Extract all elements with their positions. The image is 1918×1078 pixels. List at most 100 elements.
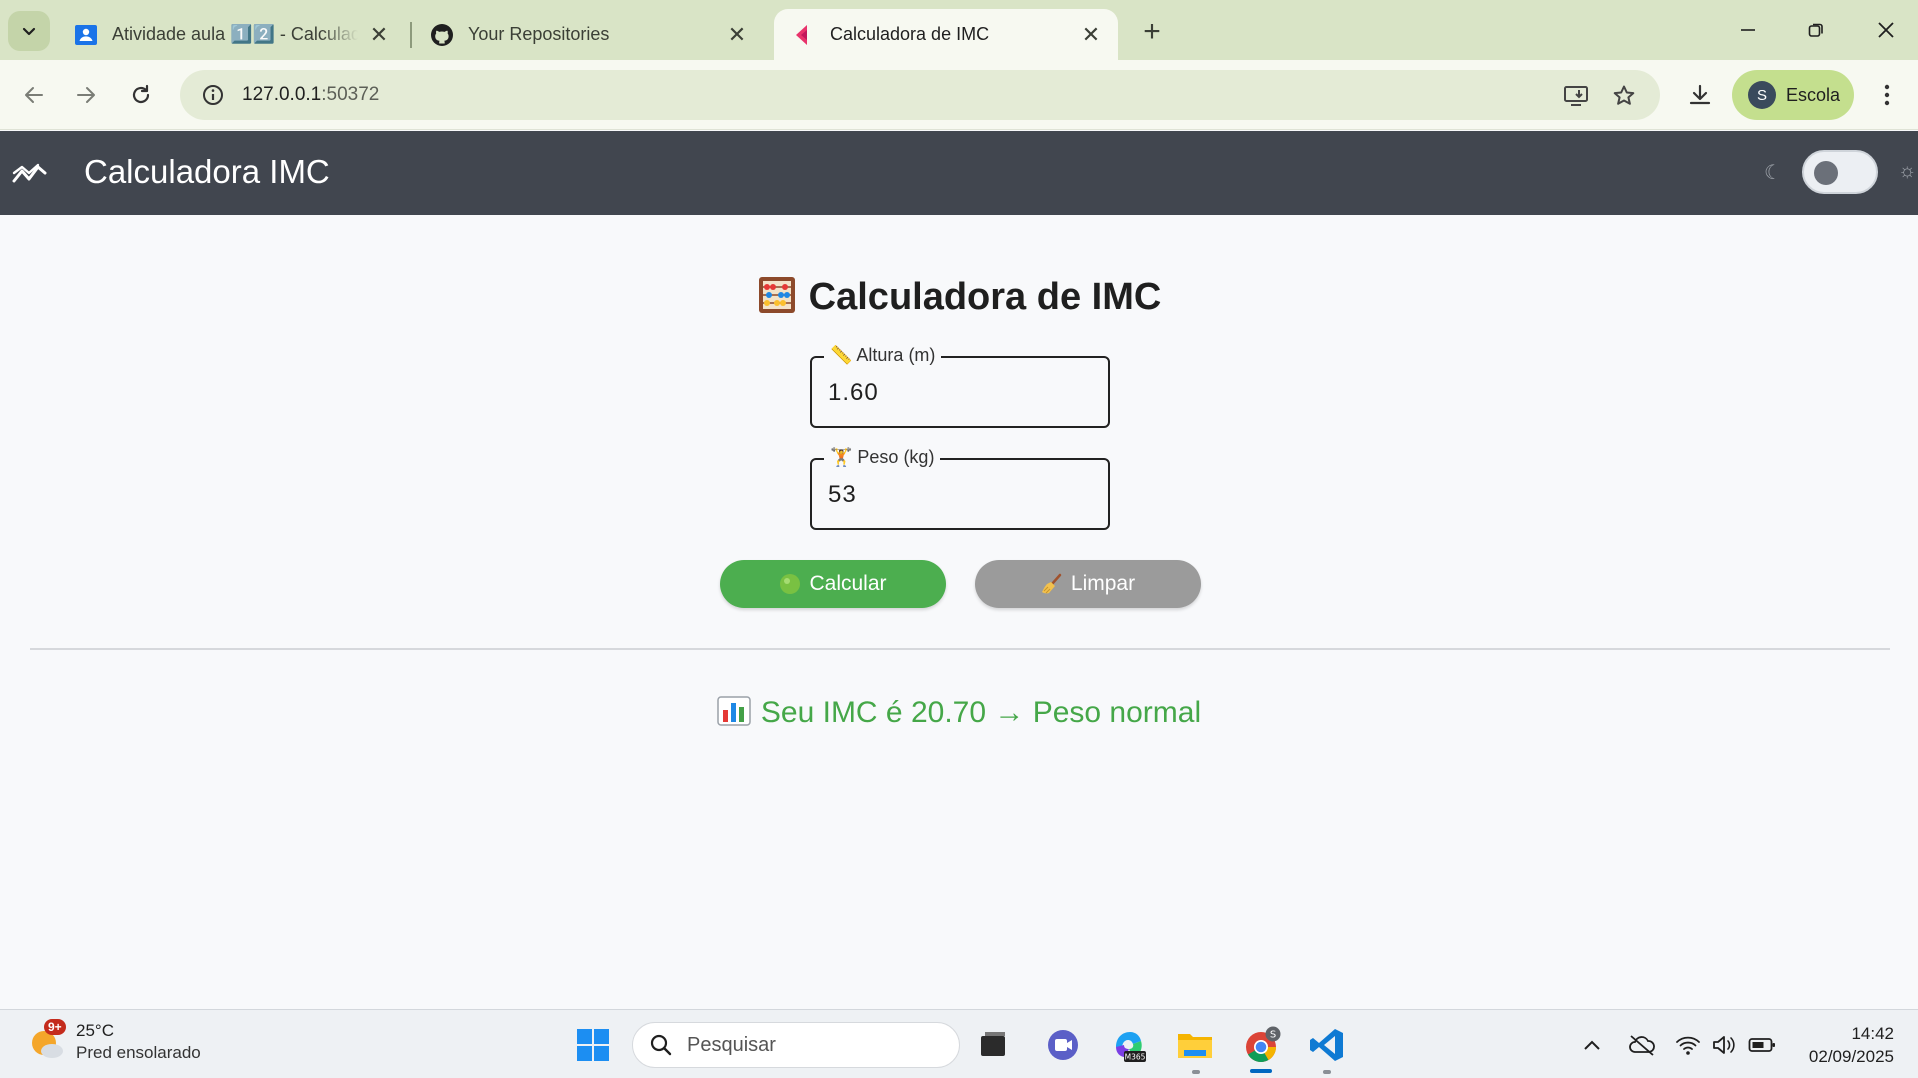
weather-sun-icon: 9+ (28, 1019, 66, 1061)
battery-button[interactable] (1748, 1032, 1776, 1058)
arrow-right-icon (77, 87, 95, 103)
taskbar-search[interactable]: Pesquisar (632, 1022, 960, 1068)
reload-button[interactable] (121, 75, 161, 115)
limpar-label: Limpar (1070, 572, 1136, 595)
altura-input[interactable] (828, 376, 1088, 410)
video-chat-icon (1048, 1030, 1078, 1060)
url-port: :50372 (321, 84, 380, 105)
toggle-knob (1814, 161, 1838, 185)
peso-input[interactable] (828, 478, 1088, 512)
wifi-icon (1676, 1036, 1700, 1055)
bookmark-star-icon[interactable] (1608, 80, 1640, 112)
minimize-button[interactable] (1718, 10, 1778, 50)
profile-name: Escola (1786, 84, 1841, 105)
classroom-icon (74, 23, 98, 47)
wifi-button[interactable] (1674, 1032, 1702, 1058)
app-bar: Calculadora IMC (0, 131, 1918, 215)
close-window-button[interactable] (1856, 10, 1916, 50)
broom-icon (1041, 573, 1062, 594)
search-placeholder: Pesquisar (687, 1033, 776, 1056)
chevron-down-icon (22, 27, 36, 36)
battery-icon (1748, 1038, 1775, 1052)
close-icon (1878, 22, 1894, 38)
tab-title: Atividade aula 1️⃣2️⃣ - Calculadora (112, 24, 358, 44)
tab-search-button[interactable] (8, 11, 50, 51)
tab-atividade[interactable]: Atividade aula 1️⃣2️⃣ - Calculadora ✕ (56, 9, 406, 60)
windows-logo-icon (577, 1029, 609, 1061)
restore-button[interactable] (1786, 10, 1846, 50)
address-bar[interactable]: 127.0.0.1:50372 (180, 70, 1660, 120)
vscode-button[interactable] (1306, 1024, 1348, 1066)
tab-title: Your Repositories (468, 24, 610, 44)
profile-button[interactable]: S Escola (1732, 70, 1854, 120)
peso-label: 🏋 Peso (kg) (824, 447, 941, 468)
weather-condition: Pred ensolarado (76, 1043, 201, 1062)
m365-icon: M365 (1116, 1032, 1146, 1062)
m365-button[interactable]: M365 (1108, 1024, 1150, 1066)
search-icon (650, 1034, 672, 1056)
tab-your-repositories[interactable]: Your Repositories ✕ (412, 9, 764, 60)
chevron-up-icon (1584, 1040, 1600, 1050)
page-title-text: Calculadora de IMC (808, 276, 1162, 318)
site-info-icon[interactable] (188, 84, 238, 106)
download-icon (1689, 84, 1711, 105)
close-icon[interactable]: ✕ (368, 22, 390, 47)
new-tab-button[interactable]: + (1134, 14, 1170, 50)
url-host: 127.0.0.1 (242, 84, 322, 105)
clock-date: 02/09/2025 (1808, 1047, 1894, 1066)
calcular-button[interactable]: Calcular (720, 560, 946, 608)
running-indicator (1323, 1070, 1331, 1074)
cloud-offline-icon (1629, 1035, 1655, 1056)
volume-button[interactable] (1710, 1032, 1738, 1058)
calcular-label: Calcular (809, 572, 887, 595)
tray-overflow-button[interactable] (1578, 1032, 1606, 1058)
onedrive-button[interactable] (1628, 1032, 1656, 1058)
close-icon[interactable]: ✕ (726, 22, 748, 47)
task-view-icon (981, 1032, 1005, 1056)
minimize-icon (1741, 29, 1755, 31)
trend-chart-icon (12, 163, 47, 183)
limpar-button[interactable]: Limpar (975, 560, 1201, 608)
chrome-profile-badge: S (1270, 1030, 1276, 1041)
forward-button[interactable] (66, 75, 106, 115)
vscode-icon (1310, 1029, 1343, 1061)
altura-label: 📏 Altura (m) (824, 345, 942, 366)
teams-button[interactable] (1042, 1024, 1084, 1066)
system-clock[interactable]: 14:42 02/09/2025 (1790, 1022, 1894, 1068)
result-text: Seu IMC é 20.70 → Peso normal (0, 696, 1918, 730)
arrow-left-icon (25, 87, 43, 103)
github-icon (430, 23, 454, 47)
browser-toolbar: 127.0.0.1:50372 S Escola (0, 60, 1918, 130)
weather-widget[interactable]: 9+ 25°C Pred ensolarado (28, 1019, 201, 1064)
moon-icon: ☾ (1764, 162, 1782, 184)
altura-field[interactable]: 📏 Altura (m) (810, 345, 1110, 428)
more-vertical-icon (1884, 84, 1890, 106)
clock-time: 14:42 (1851, 1024, 1894, 1043)
file-explorer-button[interactable] (1174, 1024, 1216, 1066)
chrome-icon: S (1246, 1026, 1281, 1063)
windows-taskbar: 9+ 25°C Pred ensolarado Pesquisar M365 S (0, 1009, 1918, 1078)
start-button[interactable] (572, 1024, 614, 1066)
folder-icon (1178, 1034, 1212, 1058)
theme-toggle[interactable] (1802, 150, 1878, 194)
active-indicator (1250, 1069, 1272, 1073)
url-text[interactable]: 127.0.0.1:50372 (242, 84, 379, 106)
browser-tab-strip: Atividade aula 1️⃣2️⃣ - Calculadora ✕ Yo… (0, 0, 1918, 60)
tab-calculadora-imc[interactable]: Calculadora de IMC ✕ (774, 9, 1118, 60)
divider (30, 648, 1890, 650)
flutter-favicon-icon (792, 23, 816, 47)
green-circle-icon (780, 574, 801, 594)
page-title: Calculadora de IMC (0, 275, 1918, 319)
install-app-icon[interactable] (1560, 80, 1592, 112)
abacus-icon (758, 277, 795, 313)
downloads-button[interactable] (1680, 75, 1720, 115)
reload-icon (132, 84, 150, 104)
peso-field[interactable]: 🏋 Peso (kg) (810, 447, 1110, 530)
task-view-button[interactable] (972, 1024, 1014, 1066)
tab-title: Calculadora de IMC (830, 24, 990, 44)
chrome-button[interactable]: S (1240, 1024, 1282, 1066)
browser-menu-button[interactable] (1870, 75, 1904, 115)
temperature: 25°C (76, 1021, 114, 1040)
close-icon[interactable]: ✕ (1080, 22, 1102, 47)
back-button[interactable] (14, 75, 54, 115)
